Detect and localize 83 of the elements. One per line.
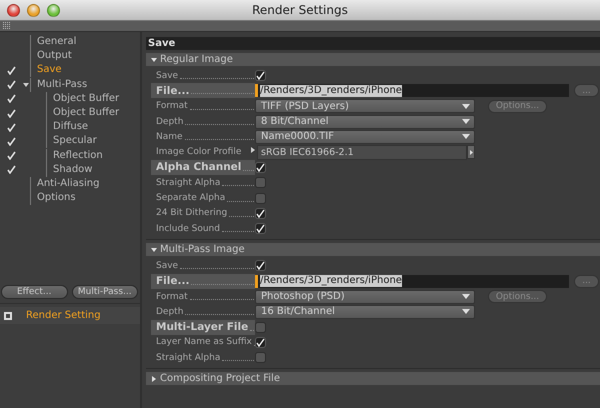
- check-icon[interactable]: [6, 80, 16, 90]
- field-label: Save: [156, 70, 178, 81]
- field-label: Format: [156, 101, 188, 112]
- expanded-triangle-icon: [151, 56, 157, 62]
- section-header[interactable]: Multi-Pass Image: [146, 243, 600, 256]
- field-label: Include Sound: [156, 224, 220, 234]
- checkbox[interactable]: [255, 336, 266, 348]
- checkbox[interactable]: [255, 70, 266, 82]
- path-text: /Renders/3D_renders/iPhone: [260, 84, 402, 97]
- tree-item[interactable]: Object Buffer: [46, 106, 120, 120]
- field-label: Depth: [156, 306, 184, 317]
- expanded-triangle-icon: [151, 246, 157, 253]
- sidebar-button[interactable]: Effect...: [1, 285, 68, 299]
- minimize-button[interactable]: [27, 4, 40, 17]
- expand-arrow-icon[interactable]: [251, 147, 255, 154]
- render-setting-row[interactable]: Render Setting: [0, 307, 140, 324]
- panel-title: Save: [146, 37, 600, 50]
- field-label: Layer Name as Suffix: [156, 337, 252, 348]
- tree-item[interactable]: Output: [30, 49, 72, 64]
- window-title: Render Settings: [252, 3, 348, 17]
- field-label: Name: [156, 132, 183, 142]
- film-icon: [4, 312, 12, 320]
- expanded-triangle-icon[interactable]: [23, 82, 29, 88]
- tree-item[interactable]: Save: [30, 63, 62, 78]
- tree-item[interactable]: Reflection: [46, 148, 103, 163]
- path-field[interactable]: /Renders/3D_renders/iPhone: [255, 84, 569, 98]
- tree-item[interactable]: General: [30, 35, 76, 50]
- section-header[interactable]: Regular Image: [146, 53, 600, 66]
- menu-arrow-button[interactable]: [467, 145, 475, 160]
- dropdown[interactable]: Photoshop (PSD): [255, 290, 475, 304]
- field-label: Straight Alpha: [156, 178, 220, 188]
- dropdown-caret-icon: [462, 104, 470, 109]
- field-label: Depth: [156, 116, 184, 127]
- check-icon[interactable]: [6, 108, 16, 118]
- path-field[interactable]: /Renders/3D_renders/iPhone: [255, 274, 569, 288]
- zoom-button[interactable]: [47, 4, 60, 17]
- field-label: Image Color Profile: [156, 147, 242, 158]
- check-icon[interactable]: [6, 66, 16, 75]
- tree-item[interactable]: Multi-Pass: [30, 78, 88, 92]
- check-icon[interactable]: [6, 94, 16, 104]
- dropdown-caret-icon: [462, 134, 470, 140]
- path-text: /Renders/3D_renders/iPhone: [260, 275, 402, 288]
- checkbox[interactable]: [255, 260, 266, 272]
- arrow-icon: [470, 150, 472, 155]
- tree-item[interactable]: Specular: [46, 134, 97, 148]
- close-button[interactable]: [7, 4, 20, 17]
- field-label: 24 Bit Dithering: [156, 208, 228, 218]
- check-icon[interactable]: [6, 165, 16, 174]
- profile-field[interactable]: sRGB IEC61966-2.1: [257, 144, 467, 160]
- dropdown-caret-icon: [462, 119, 470, 124]
- checkbox[interactable]: [255, 208, 266, 219]
- field-label: Straight Alpha: [156, 352, 220, 363]
- field-label: Alpha Channel: [156, 161, 242, 174]
- render-setting-label: Render Setting: [26, 310, 101, 321]
- tree-item[interactable]: Shadow: [46, 162, 92, 177]
- collapsed-triangle-icon: [151, 376, 157, 382]
- tree-item[interactable]: Anti-Aliasing: [30, 176, 100, 191]
- check-icon[interactable]: [6, 136, 16, 146]
- checkbox[interactable]: [255, 223, 266, 234]
- tree-item[interactable]: Options: [30, 191, 76, 206]
- dropdown-caret-icon: [462, 309, 470, 314]
- checkbox[interactable]: [255, 352, 266, 364]
- field-label: Save: [156, 260, 178, 271]
- field-label: File...: [156, 275, 190, 288]
- checkbox[interactable]: [255, 322, 266, 333]
- dropdown-caret-icon: [462, 294, 470, 299]
- tree-item[interactable]: Object Buffer: [46, 92, 120, 106]
- field-label: File...: [156, 84, 190, 97]
- checkbox[interactable]: [255, 192, 266, 204]
- dropdown[interactable]: 16 Bit/Channel: [255, 304, 475, 319]
- field-label: Multi-Layer File: [156, 321, 248, 334]
- dropdown[interactable]: 8 Bit/Channel: [255, 114, 475, 129]
- section-header[interactable]: Compositing Project File: [146, 372, 600, 386]
- tree-item[interactable]: Diffuse: [46, 120, 88, 134]
- checkbox[interactable]: [255, 162, 266, 173]
- field-label: Separate Alpha: [156, 193, 226, 204]
- sidebar-button[interactable]: Multi-Pass...: [72, 285, 138, 299]
- checkbox[interactable]: [255, 177, 266, 188]
- check-icon[interactable]: [6, 122, 16, 132]
- dropdown[interactable]: TIFF (PSD Layers): [255, 99, 475, 114]
- field-label: Format: [156, 292, 188, 302]
- dropdown[interactable]: Name0000.TIF: [255, 130, 475, 144]
- check-icon[interactable]: [6, 151, 16, 160]
